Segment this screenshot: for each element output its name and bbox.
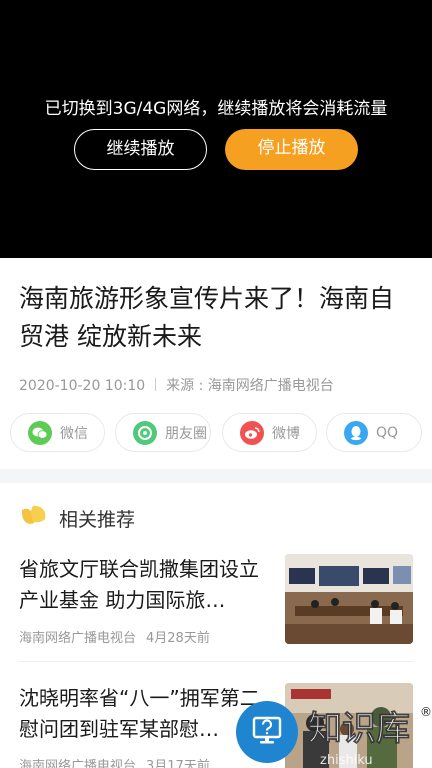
article-source: 来源 : 海南网络广播电视台 <box>166 378 334 394</box>
watermark-sub: zhishiku <box>320 753 373 768</box>
news-time: 3月17天前 <box>146 759 210 768</box>
section-divider <box>0 469 432 483</box>
share-label: QQ <box>376 424 399 441</box>
news-title: 省旅文厅联合凯撒集团设立产业基金 助力国际旅… <box>19 557 259 612</box>
news-meta: 海南网络广播电视台 3月17天前 <box>19 755 210 768</box>
news-title: 沈晓明率省“八一”拥军第二慰问团到驻军某部慰… <box>19 686 260 741</box>
share-moments-button[interactable]: 朋友圈 <box>115 413 211 452</box>
continue-play-button[interactable]: 继续播放 <box>74 129 207 170</box>
weibo-icon <box>240 420 264 445</box>
help-button[interactable] <box>236 701 298 763</box>
share-qq-button[interactable]: QQ <box>326 413 422 452</box>
related-heading: 相关推荐 <box>59 508 136 531</box>
share-weibo-button[interactable]: 微博 <box>222 413 317 452</box>
share-label: 朋友圈 <box>165 425 207 442</box>
article-datetime: 2020-10-20 10:10 <box>19 378 146 394</box>
news-time: 4月28天前 <box>146 631 210 646</box>
related-header: 相关推荐 <box>19 502 135 534</box>
news-source: 海南网络广播电视台 <box>19 759 137 768</box>
news-source: 海南网络广播电视台 <box>19 631 137 646</box>
watermark-mark: ® <box>420 705 432 719</box>
share-bar: 微信 朋友圈 微博 QQ <box>10 413 422 452</box>
meta-divider <box>155 378 157 391</box>
qq-icon <box>344 420 368 445</box>
news-thumbnail <box>285 554 413 644</box>
article-title: 海南旅游形象宣传片来了！海南自贸港 绽放新未来 <box>19 284 395 351</box>
watermark-logo: 知识库 ® zhishiku <box>300 702 432 768</box>
share-wechat-button[interactable]: 微信 <box>10 413 105 452</box>
news-meta: 海南网络广播电视台 4月28天前 <box>19 627 210 646</box>
watermark-text: 知识库 <box>308 709 410 749</box>
share-label: 微博 <box>272 425 300 442</box>
item-divider <box>19 661 413 662</box>
wechat-icon <box>28 420 52 445</box>
network-notice: 已切换到3G/4G网络，继续播放将会消耗流量 <box>44 99 388 119</box>
article-meta: 2020-10-20 10:10 来源 : 海南网络广播电视台 <box>19 375 334 395</box>
leaf-icon <box>19 501 49 535</box>
share-label: 微信 <box>60 425 88 442</box>
video-player[interactable]: 已切换到3G/4G网络，继续播放将会消耗流量 继续播放 停止播放 <box>0 0 432 258</box>
moments-icon <box>133 420 157 445</box>
stop-play-button[interactable]: 停止播放 <box>225 129 358 170</box>
question-monitor-icon <box>250 713 284 751</box>
news-item[interactable]: 省旅文厅联合凯撒集团设立产业基金 助力国际旅… 海南网络广播电视台 4月28天前 <box>19 554 413 649</box>
